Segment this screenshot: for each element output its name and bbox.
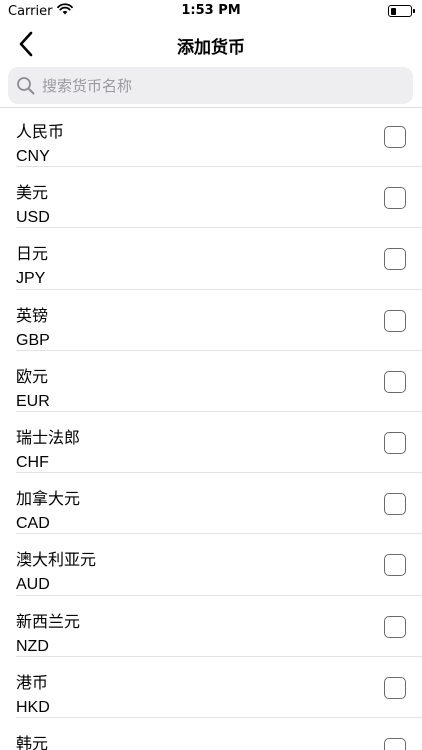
currency-code: EUR: [16, 392, 50, 410]
currency-row[interactable]: 港币 HKD: [0, 657, 422, 718]
status-time: 1:53 PM: [181, 3, 241, 18]
select-checkbox[interactable]: [384, 493, 406, 516]
select-checkbox[interactable]: [384, 676, 406, 699]
currency-code: CNY: [16, 148, 50, 165]
select-checkbox[interactable]: [384, 126, 406, 148]
currency-code: USD: [16, 209, 50, 227]
select-checkbox[interactable]: [384, 431, 406, 454]
screen: Carrier 1:53 PM 添加货币 搜索货币名称 人民币 CNY 美元 U…: [0, 0, 422, 750]
currency-row[interactable]: 人民币 CNY: [0, 106, 422, 168]
currency-name: 韩元: [16, 733, 49, 750]
currency-row[interactable]: 英镑 GBP: [0, 290, 422, 351]
currency-name: 人民币: [16, 122, 65, 141]
select-checkbox[interactable]: [384, 370, 406, 393]
currency-row[interactable]: 韩元: [0, 718, 422, 750]
currency-name: 英镑: [16, 305, 49, 325]
select-checkbox[interactable]: [384, 615, 406, 638]
currency-code: GBP: [16, 331, 50, 349]
navigation-bar: 添加货币: [0, 22, 422, 66]
select-checkbox[interactable]: [384, 737, 406, 750]
currency-code: JPY: [16, 270, 46, 288]
select-checkbox[interactable]: [384, 554, 406, 577]
currency-code: HKD: [16, 698, 50, 716]
battery-icon: [388, 5, 415, 17]
search-input[interactable]: [42, 76, 413, 95]
page-title: 添加货币: [177, 38, 245, 58]
select-checkbox[interactable]: [384, 309, 406, 332]
currency-row[interactable]: 新西兰元 NZD: [0, 596, 422, 657]
currency-name: 日元: [16, 244, 49, 264]
select-checkbox[interactable]: [384, 248, 406, 271]
currency-row[interactable]: 瑞士法郎 CHF: [0, 412, 422, 474]
currency-name: 新西兰元: [16, 611, 81, 631]
currency-name: 加拿大元: [16, 489, 81, 509]
currency-code: AUD: [16, 576, 50, 594]
currency-name: 澳大利亚元: [16, 550, 97, 570]
currency-name: 瑞士法郎: [16, 427, 81, 447]
currency-code: CHF: [16, 453, 49, 471]
currency-code: CAD: [16, 515, 50, 533]
currency-code: NZD: [16, 637, 49, 655]
search-bar[interactable]: [8, 67, 413, 104]
status-bar: Carrier 1:53 PM: [0, 0, 422, 22]
select-checkbox[interactable]: [384, 187, 406, 210]
currency-name: 港币: [16, 672, 49, 692]
currency-name: 欧元: [16, 366, 49, 386]
currency-row[interactable]: 欧元 EUR: [0, 351, 422, 412]
currency-list: 人民币 CNY 美元 USD 日元 JPY 英镑 GBP 欧元 EUR 瑞士法郎 CHF 加拿大元 CAD…: [0, 106, 422, 750]
currency-row[interactable]: 日元 JPY: [0, 228, 422, 290]
currency-name: 美元: [16, 183, 49, 203]
search-icon: [17, 76, 35, 94]
currency-row[interactable]: 澳大利亚元 AUD: [0, 534, 422, 596]
currency-row[interactable]: 美元 USD: [0, 167, 422, 229]
currency-row[interactable]: 加拿大元 CAD: [0, 473, 422, 535]
